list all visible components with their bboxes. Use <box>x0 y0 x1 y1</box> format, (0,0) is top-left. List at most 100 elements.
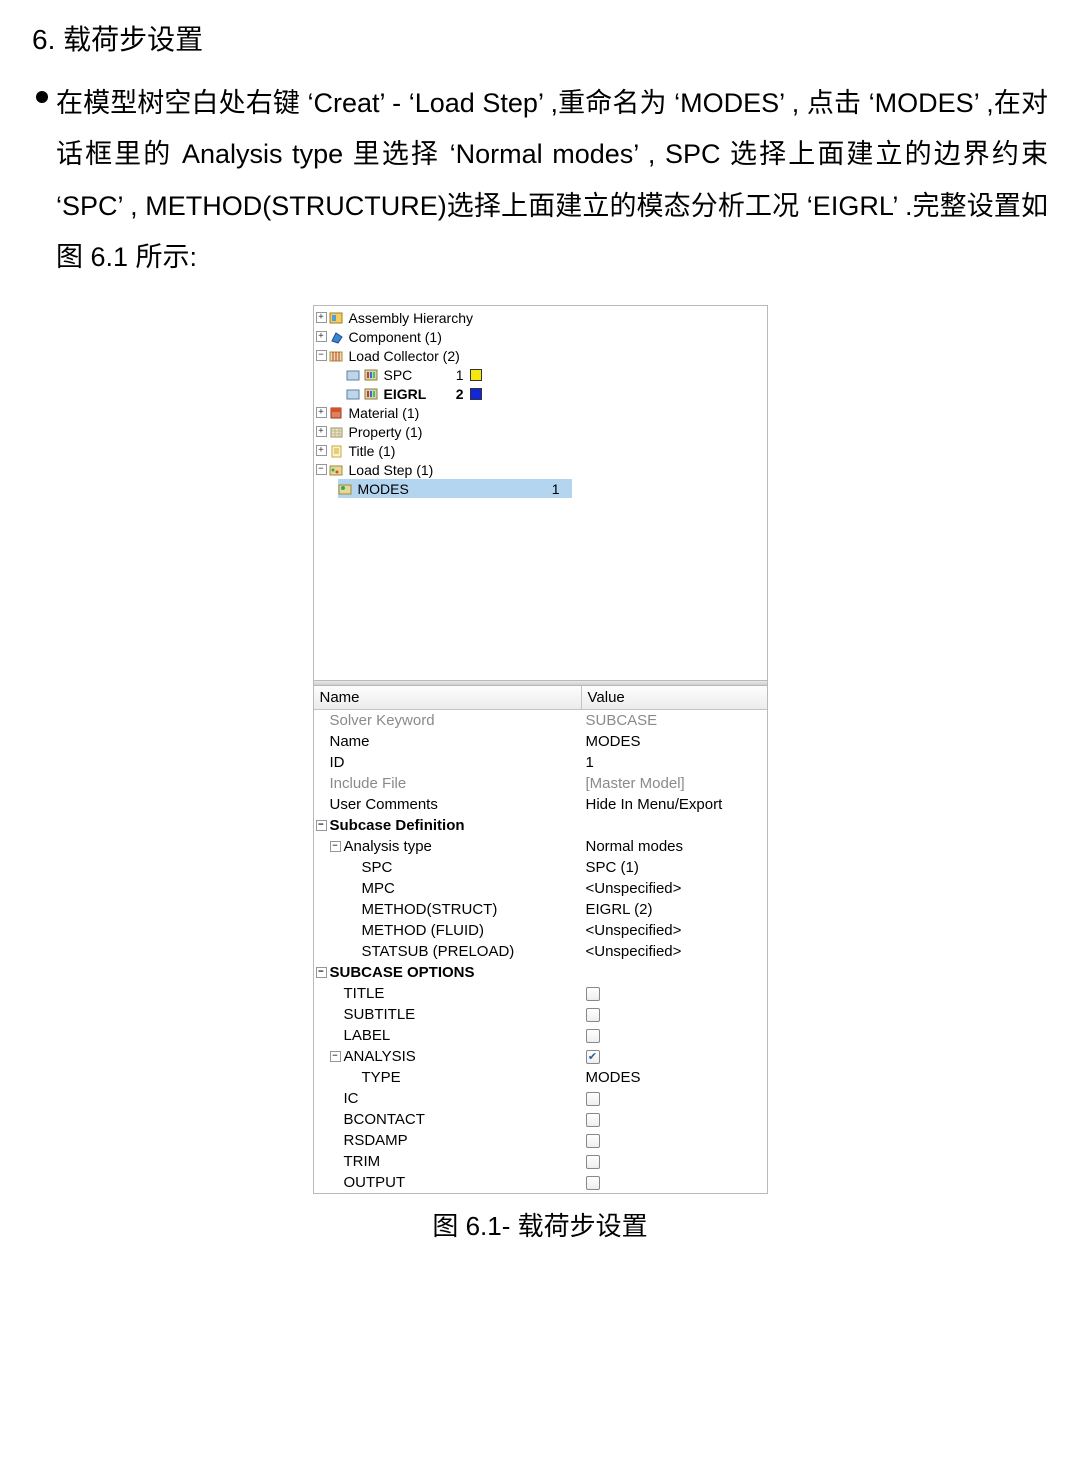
prop-row-type[interactable]: TYPE MODES <box>314 1067 767 1088</box>
collapse-icon[interactable]: − <box>316 464 327 475</box>
expand-icon[interactable]: + <box>316 426 327 437</box>
assembly-icon <box>329 310 345 325</box>
prop-name: SUBTITLE <box>314 1006 582 1023</box>
checkbox-icon[interactable] <box>586 1134 600 1148</box>
prop-value[interactable]: Hide In Menu/Export <box>582 796 767 813</box>
prop-row-mpc[interactable]: MPC <Unspecified> <box>314 878 767 899</box>
property-header: Name Value <box>314 686 767 710</box>
prop-name: METHOD(STRUCT) <box>314 901 582 918</box>
checkbox-icon[interactable] <box>586 1092 600 1106</box>
tree-label: Material (1) <box>347 405 422 421</box>
prop-row-id[interactable]: ID 1 <box>314 752 767 773</box>
checkbox-icon[interactable] <box>586 1113 600 1127</box>
checkbox-icon[interactable] <box>586 1008 600 1022</box>
tree-label: SPC <box>382 367 444 383</box>
tree-item-load-step[interactable]: − Load Step (1) <box>316 460 767 479</box>
prop-value[interactable]: <Unspecified> <box>582 880 767 897</box>
prop-row-analysis-type[interactable]: − Analysis type Normal modes <box>314 836 767 857</box>
prop-row-include[interactable]: Include File [Master Model] <box>314 773 767 794</box>
checkbox-icon[interactable] <box>586 1029 600 1043</box>
prop-row-output[interactable]: OUTPUT <box>314 1172 767 1193</box>
prop-value[interactable] <box>582 1134 767 1148</box>
collapse-icon[interactable]: − <box>330 1051 341 1062</box>
collapse-icon[interactable]: − <box>330 841 341 852</box>
load-step-child-icon <box>338 481 354 496</box>
prop-value[interactable] <box>582 1092 767 1106</box>
collapse-icon[interactable]: − <box>316 350 327 361</box>
header-value: Value <box>582 686 767 709</box>
prop-row-subcase-definition[interactable]: − Subcase Definition <box>314 815 767 836</box>
prop-value[interactable]: <Unspecified> <box>582 943 767 960</box>
tree-label: Load Step (1) <box>347 462 436 478</box>
prop-value[interactable] <box>582 1113 767 1127</box>
card-icon2 <box>364 367 380 382</box>
prop-row-subcase-options[interactable]: − SUBCASE OPTIONS <box>314 962 767 983</box>
prop-value[interactable]: MODES <box>582 733 767 750</box>
prop-value[interactable] <box>582 1050 767 1064</box>
checkbox-icon[interactable] <box>586 1155 600 1169</box>
tree-item-spc[interactable]: SPC 1 <box>316 365 767 384</box>
checkbox-checked-icon[interactable] <box>586 1050 600 1064</box>
prop-row-analysis[interactable]: − ANALYSIS <box>314 1046 767 1067</box>
tree-item-material[interactable]: + Material (1) <box>316 403 767 422</box>
expand-icon[interactable]: + <box>316 312 327 323</box>
prop-value[interactable]: EIGRL (2) <box>582 901 767 918</box>
color-swatch <box>470 388 482 400</box>
prop-value[interactable]: 1 <box>582 754 767 771</box>
prop-name: TRIM <box>314 1153 582 1170</box>
paragraph-text: 在模型树空白处右键 ‘Creat’ - ‘Load Step’ ,重命名为 ‘M… <box>56 78 1048 283</box>
prop-name: Include File <box>314 775 582 792</box>
prop-row-user-comments[interactable]: User Comments Hide In Menu/Export <box>314 794 767 815</box>
prop-value[interactable]: MODES <box>582 1069 767 1086</box>
prop-row-solver-keyword[interactable]: Solver Keyword SUBCASE <box>314 710 767 731</box>
prop-name: − Analysis type <box>314 838 582 855</box>
prop-name: LABEL <box>314 1027 582 1044</box>
prop-value[interactable] <box>582 1008 767 1022</box>
prop-name: SPC <box>314 859 582 876</box>
prop-name: IC <box>314 1090 582 1107</box>
prop-name: OUTPUT <box>314 1174 582 1191</box>
checkbox-icon[interactable] <box>586 987 600 1001</box>
prop-value[interactable] <box>582 987 767 1001</box>
expand-icon[interactable]: + <box>316 445 327 456</box>
tree-item-component[interactable]: + Component (1) <box>316 327 767 346</box>
tree-item-property[interactable]: + Property (1) <box>316 422 767 441</box>
tree-id: 2 <box>444 386 464 402</box>
prop-value[interactable] <box>582 1029 767 1043</box>
prop-value[interactable] <box>582 1176 767 1190</box>
tree-item-title[interactable]: + Title (1) <box>316 441 767 460</box>
tree-label: Load Collector (2) <box>347 348 462 364</box>
prop-row-subtitle[interactable]: SUBTITLE <box>314 1004 767 1025</box>
checkbox-icon[interactable] <box>586 1176 600 1190</box>
prop-row-title[interactable]: TITLE <box>314 983 767 1004</box>
collapse-icon[interactable]: − <box>316 967 327 978</box>
prop-name: MPC <box>314 880 582 897</box>
prop-value[interactable]: SPC (1) <box>582 859 767 876</box>
tree-label: Property (1) <box>347 424 425 440</box>
prop-row-name[interactable]: Name MODES <box>314 731 767 752</box>
screenshot-panel: + Assembly Hierarchy + Component (1) − L… <box>313 305 768 1194</box>
bullet-paragraph: 在模型树空白处右键 ‘Creat’ - ‘Load Step’ ,重命名为 ‘M… <box>36 78 1048 283</box>
prop-row-ic[interactable]: IC <box>314 1088 767 1109</box>
prop-value[interactable]: <Unspecified> <box>582 922 767 939</box>
tree-item-assembly[interactable]: + Assembly Hierarchy <box>316 308 767 327</box>
load-step-icon <box>329 462 345 477</box>
prop-value[interactable]: Normal modes <box>582 838 767 855</box>
prop-row-method-fluid[interactable]: METHOD (FLUID) <Unspecified> <box>314 920 767 941</box>
expand-icon[interactable]: + <box>316 407 327 418</box>
expand-icon[interactable]: + <box>316 331 327 342</box>
prop-row-method-struct[interactable]: METHOD(STRUCT) EIGRL (2) <box>314 899 767 920</box>
tree-item-eigrl[interactable]: EIGRL 2 <box>316 384 767 403</box>
prop-row-spc[interactable]: SPC SPC (1) <box>314 857 767 878</box>
collapse-icon[interactable]: − <box>316 820 327 831</box>
prop-row-trim[interactable]: TRIM <box>314 1151 767 1172</box>
prop-row-rsdamp[interactable]: RSDAMP <box>314 1130 767 1151</box>
tree-item-load-collector[interactable]: − Load Collector (2) <box>316 346 767 365</box>
model-tree[interactable]: + Assembly Hierarchy + Component (1) − L… <box>314 306 767 680</box>
card-icon2 <box>364 386 380 401</box>
prop-row-bcontact[interactable]: BCONTACT <box>314 1109 767 1130</box>
prop-row-statsub[interactable]: STATSUB (PRELOAD) <Unspecified> <box>314 941 767 962</box>
prop-value[interactable] <box>582 1155 767 1169</box>
prop-row-label[interactable]: LABEL <box>314 1025 767 1046</box>
tree-item-modes[interactable]: MODES 1 <box>316 479 767 498</box>
